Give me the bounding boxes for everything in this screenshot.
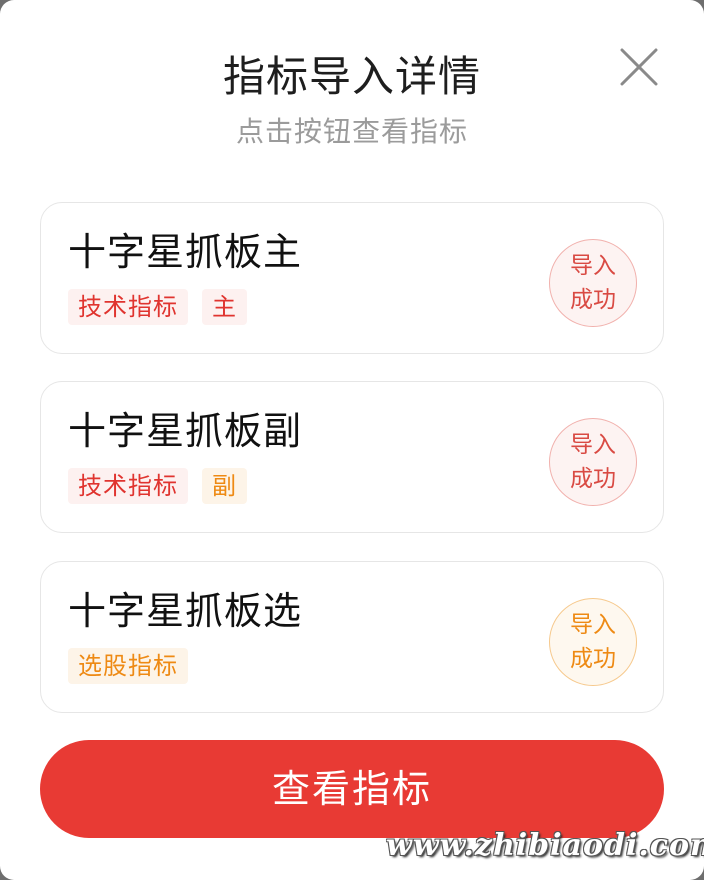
status-text-line1: 导入 [570,612,616,638]
indicator-tags: 技术指标 副 [68,468,247,504]
tag-type: 技术指标 [68,289,188,325]
indicator-card[interactable]: 十字星抓板主 技术指标 主 导入 成功 [40,202,664,354]
close-icon [620,48,658,86]
indicator-name: 十字星抓板选 [68,589,303,633]
indicator-card[interactable]: 十字星抓板选 选股指标 导入 成功 [40,561,664,713]
status-text-line2: 成功 [570,466,616,492]
status-text-line2: 成功 [570,646,616,672]
dialog-title: 指标导入详情 [222,52,481,101]
import-status-badge: 导入 成功 [549,418,637,506]
status-text-line1: 导入 [570,253,616,279]
tag-position: 主 [202,289,247,325]
close-button[interactable] [616,44,662,90]
indicator-card[interactable]: 十字星抓板副 技术指标 副 导入 成功 [40,381,664,533]
site-watermark: www.zhibiaodi.com [386,828,704,863]
tag-type: 技术指标 [68,468,188,504]
dialog-subtitle: 点击按钮查看指标 [235,115,468,148]
tag-type: 选股指标 [68,648,188,684]
view-indicators-button[interactable]: 查看指标 [40,740,664,838]
indicator-name: 十字星抓板副 [68,409,303,453]
indicator-name: 十字星抓板主 [68,230,303,274]
import-detail-dialog: 指标导入详情 点击按钮查看指标 十字星抓板主 技术指标 主 导入 成功 十字星抓… [0,0,704,880]
status-text-line1: 导入 [570,432,616,458]
status-text-line2: 成功 [570,287,616,313]
indicator-tags: 技术指标 主 [68,289,247,325]
tag-position: 副 [202,468,247,504]
indicator-tags: 选股指标 [68,648,188,684]
import-status-badge: 导入 成功 [549,598,637,686]
import-status-badge: 导入 成功 [549,239,637,327]
